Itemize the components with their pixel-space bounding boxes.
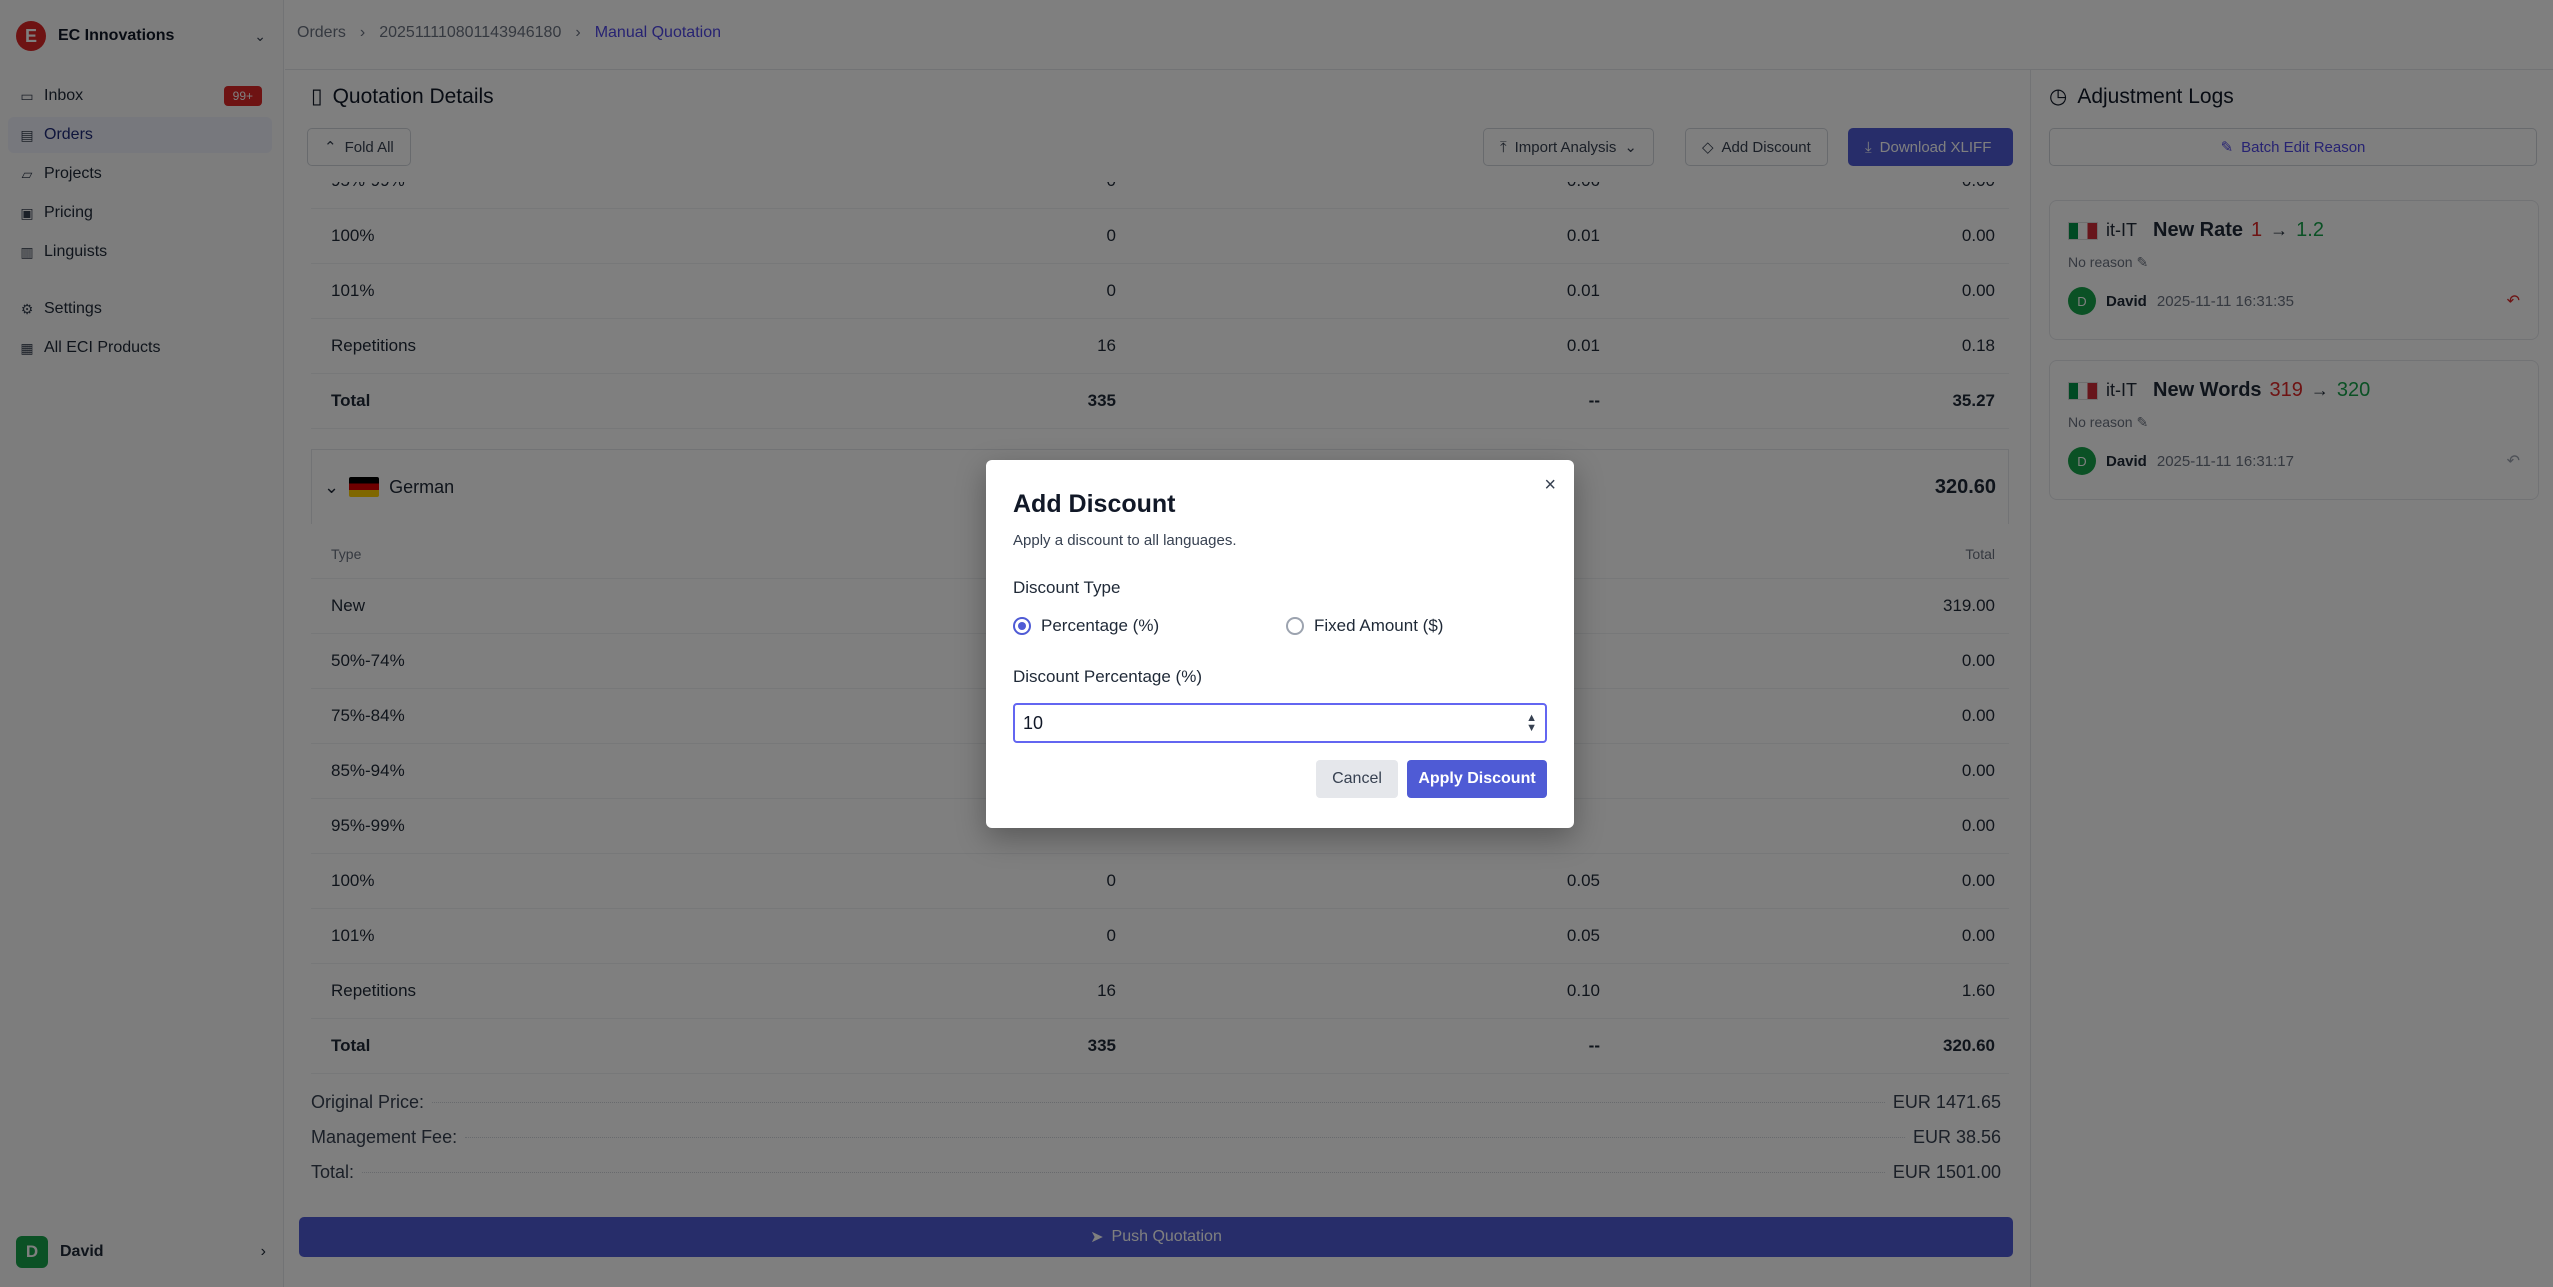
dialog-description: Apply a discount to all languages.	[1013, 532, 1237, 549]
add-discount-dialog: × Add Discount Apply a discount to all l…	[986, 460, 1574, 828]
radio-percentage-label: Percentage (%)	[1041, 616, 1160, 635]
radio-selected-icon	[1013, 617, 1031, 635]
radio-percentage[interactable]: Percentage (%)	[1013, 616, 1159, 636]
input-value: 10	[1023, 712, 1044, 733]
close-icon[interactable]: ×	[1544, 474, 1556, 497]
discount-percentage-input[interactable]: 10 ▲ ▼	[1013, 703, 1547, 743]
stepper-down-icon[interactable]: ▼	[1526, 723, 1537, 734]
dialog-title: Add Discount	[1013, 490, 1176, 518]
radio-unselected-icon	[1286, 617, 1304, 635]
discount-percentage-label: Discount Percentage (%)	[1013, 667, 1202, 686]
apply-discount-button[interactable]: Apply Discount	[1407, 760, 1547, 798]
discount-type-label: Discount Type	[1013, 578, 1121, 597]
cancel-button[interactable]: Cancel	[1316, 760, 1398, 798]
radio-fixed-label: Fixed Amount ($)	[1314, 616, 1444, 635]
radio-fixed-amount[interactable]: Fixed Amount ($)	[1286, 616, 1443, 636]
number-stepper[interactable]: ▲ ▼	[1526, 713, 1537, 734]
